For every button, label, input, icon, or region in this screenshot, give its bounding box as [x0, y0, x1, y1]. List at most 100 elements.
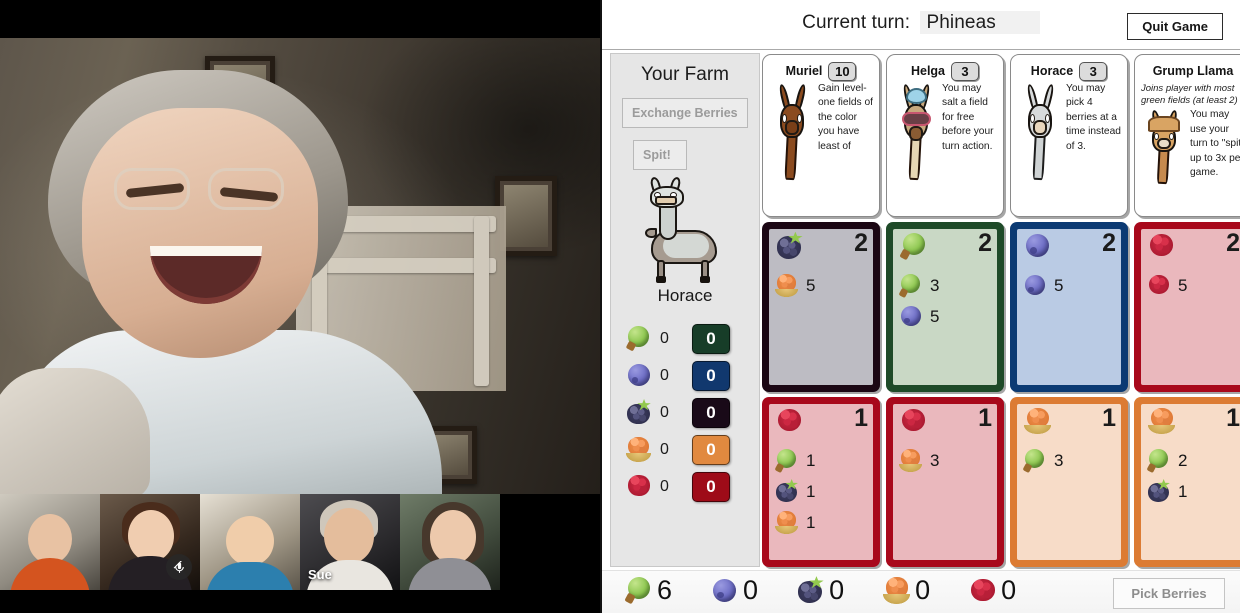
llama-gold-hat-icon	[1141, 108, 1187, 186]
llama-card[interactable]: Grump Llama Joins player with most green…	[1134, 54, 1240, 217]
llama-card-description: You may pick 4 berries at a time instead…	[1066, 83, 1121, 152]
field-card[interactable]: 1 1 1 1	[762, 397, 880, 567]
field-card-row: 2 5 2 3 5 2 5 2 5	[760, 217, 1240, 392]
current-player-name: Phineas	[920, 11, 1040, 34]
field-card[interactable]: 1 2 1	[1134, 397, 1240, 567]
field-card-level: 2	[978, 229, 992, 257]
llama-card[interactable]: Horace 3 You may pick 4 berries at a tim…	[1010, 54, 1128, 217]
participant-tile[interactable]	[400, 494, 500, 590]
gooseberry-icon	[1146, 448, 1172, 474]
hand-berry-count: 0	[1001, 575, 1017, 605]
llama-card-name: Muriel	[785, 64, 823, 78]
quit-game-button[interactable]: Quit Game	[1127, 13, 1223, 40]
llama-card-name: Grump Llama	[1152, 64, 1234, 78]
hand-berry[interactable]: 0	[882, 575, 930, 606]
raspberry-icon	[775, 406, 805, 436]
field-card[interactable]: 2 5	[762, 222, 880, 392]
spit-button[interactable]: Spit!	[633, 140, 687, 170]
field-need-count: 1	[806, 450, 816, 470]
game-board: Your Farm Exchange Berries Spit! Horace	[602, 50, 1240, 570]
farm-field-badge[interactable]: 0	[692, 397, 730, 428]
farm-field-badge[interactable]: 0	[692, 471, 730, 502]
blackberry-icon	[796, 576, 826, 606]
blueberry-icon	[625, 362, 653, 390]
farm-berry-count: 0	[660, 329, 669, 347]
video-call-panel: Sue	[0, 0, 600, 613]
blueberry-icon	[898, 304, 924, 330]
participant-tile[interactable]	[200, 494, 300, 590]
hand-berry-counts: 6 0 0 0 0	[624, 575, 1016, 606]
participant-tile[interactable]	[100, 494, 200, 590]
farm-berry-count: 0	[660, 440, 669, 458]
gooseberry-icon	[774, 448, 800, 474]
raspberry-icon	[899, 406, 929, 436]
pick-berries-button[interactable]: Pick Berries	[1113, 578, 1225, 609]
farm-berry-list: 0 0 0 0 0 0 0 0 0 0	[625, 320, 759, 505]
llama-card-level: 10	[828, 61, 857, 81]
hand-berry[interactable]: 0	[796, 575, 844, 606]
field-need-count: 5	[806, 275, 816, 295]
farm-berry-count: 0	[660, 366, 669, 384]
gooseberry-icon	[1022, 448, 1048, 474]
hand-berry-count: 0	[829, 575, 845, 605]
field-need-count: 1	[1178, 481, 1188, 501]
field-card-level: 2	[854, 229, 868, 257]
llama-card-name: Helga	[910, 64, 946, 78]
hand-berry[interactable]: 0	[968, 575, 1016, 606]
exchange-berries-button[interactable]: Exchange Berries	[622, 98, 748, 128]
field-card[interactable]: 2 3 5	[886, 222, 1004, 392]
main-video-feed[interactable]	[0, 38, 600, 494]
llama-card-level: 3	[951, 61, 980, 81]
field-need-count: 3	[1054, 450, 1064, 470]
field-card[interactable]: 1 3	[886, 397, 1004, 567]
farm-berry-row: 0 0	[625, 431, 759, 468]
field-card[interactable]: 2 5	[1010, 222, 1128, 392]
llama-card[interactable]: Helga 3 You may salt a field for free be…	[886, 54, 1004, 217]
field-card[interactable]: 1 3	[1010, 397, 1128, 567]
foreground-object	[0, 368, 150, 494]
hand-berry-count: 0	[743, 575, 759, 605]
farm-field-badge[interactable]: 0	[692, 323, 730, 354]
llama-card-join-note: Joins player with most green fields (at …	[1141, 83, 1238, 106]
participant-tile[interactable]: Sue	[300, 494, 400, 590]
farm-berry-row: 0 0	[625, 394, 759, 431]
your-farm-sidebar: Your Farm Exchange Berries Spit! Horace	[610, 53, 760, 567]
farm-field-badge[interactable]: 0	[692, 360, 730, 391]
field-card-level: 1	[1226, 404, 1240, 432]
farm-berry-row: 0 0	[625, 320, 759, 357]
hand-berry-count: 6	[657, 575, 673, 605]
salmonberry-icon	[1023, 406, 1053, 436]
llama-card-level: 3	[1079, 61, 1108, 81]
field-card-level: 1	[1102, 404, 1116, 432]
field-card-level: 1	[978, 404, 992, 432]
field-need-count: 1	[806, 512, 816, 532]
hand-berry[interactable]: 0	[710, 575, 758, 606]
hand-berry[interactable]: 6	[624, 575, 672, 606]
llama-card-name: Horace	[1030, 64, 1074, 78]
salmonberry-icon	[898, 448, 924, 474]
llama-card-description: Gain level-one fields of the color you h…	[818, 83, 873, 152]
llama-grey-icon	[1017, 82, 1063, 182]
participant-tile[interactable]	[0, 494, 100, 590]
llama-brown-icon	[769, 82, 815, 182]
blueberry-icon	[1022, 273, 1048, 299]
raspberry-icon	[1146, 273, 1172, 299]
field-need-count: 3	[930, 450, 940, 470]
field-need-count: 2	[1178, 450, 1188, 470]
gooseberry-icon	[624, 576, 654, 606]
llama-tan-bow-sunglasses-icon	[893, 82, 939, 182]
llama-card[interactable]: Muriel 10 Gain level-one fields of the c…	[762, 54, 880, 217]
field-need-count: 5	[1178, 275, 1188, 295]
player-llama-name: Horace	[657, 286, 713, 305]
farm-berry-count: 0	[660, 403, 669, 421]
salmonberry-icon	[882, 576, 912, 606]
field-card[interactable]: 2 5	[1134, 222, 1240, 392]
farm-berry-row: 0 0	[625, 468, 759, 505]
farm-field-badge[interactable]: 0	[692, 434, 730, 465]
gooseberry-icon	[898, 273, 924, 299]
microphone-muted-icon	[166, 554, 192, 580]
hand-bottom-bar: 6 0 0 0 0 Pick Berries	[602, 570, 1240, 613]
raspberry-icon	[1147, 231, 1177, 261]
blackberry-icon	[1146, 479, 1172, 505]
gooseberry-icon	[899, 231, 929, 261]
